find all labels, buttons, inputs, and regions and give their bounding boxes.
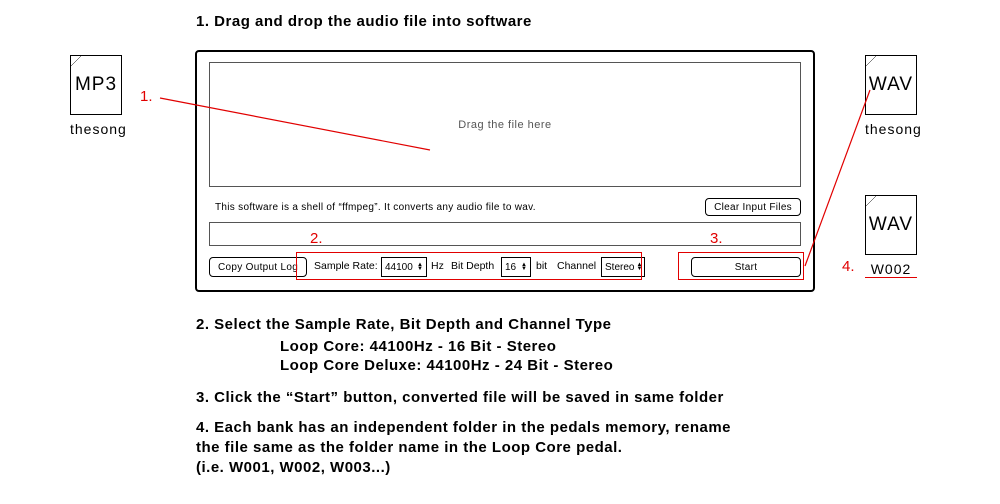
annotation-1: 1.: [140, 88, 153, 105]
file-name-mp3: thesong: [70, 121, 122, 137]
drop-placeholder: Drag the file here: [458, 119, 551, 131]
step-2-sub-b: Loop Core Deluxe: 44100Hz - 24 Bit - Ste…: [280, 357, 613, 374]
file-name-wav2: W002: [865, 261, 917, 278]
step-3-text: 3. Click the “Start” button, converted f…: [196, 388, 724, 408]
step-2-sub-a: Loop Core: 44100Hz - 16 Bit - Stereo: [280, 338, 556, 355]
annotation-box-3: [678, 252, 804, 280]
file-fold-icon: [71, 56, 81, 66]
drop-area[interactable]: Drag the file here: [209, 62, 801, 187]
step-1-text: 1. Drag and drop the audio file into sof…: [196, 12, 532, 32]
file-ext-wav2: WAV: [866, 214, 916, 236]
software-info-text: This software is a shell of “ffmpeg”. It…: [215, 202, 536, 213]
file-ext-wav1: WAV: [866, 74, 916, 96]
file-ext-mp3: MP3: [71, 74, 121, 96]
file-fold-icon: [866, 196, 876, 206]
step-4-text-c: (i.e. W001, W002, W003...): [196, 458, 391, 478]
annotation-2: 2.: [310, 230, 323, 247]
file-name-wav1: thesong: [865, 121, 917, 137]
file-wav-2[interactable]: WAV W002: [865, 195, 917, 278]
annotation-4: 4.: [842, 258, 855, 275]
file-fold-icon: [866, 56, 876, 66]
step-4-text-a: 4. Each bank has an independent folder i…: [196, 418, 731, 438]
copy-output-log-button[interactable]: Copy Output Log: [209, 257, 307, 277]
clear-input-files-button[interactable]: Clear Input Files: [705, 198, 801, 216]
file-wav-1[interactable]: WAV thesong: [865, 55, 917, 137]
step-2-text: 2. Select the Sample Rate, Bit Depth and…: [196, 315, 611, 335]
annotation-box-2: [296, 252, 642, 280]
step-4-text-b: the file same as the folder name in the …: [196, 438, 622, 458]
annotation-3: 3.: [710, 230, 723, 247]
file-mp3[interactable]: MP3 thesong: [70, 55, 122, 137]
